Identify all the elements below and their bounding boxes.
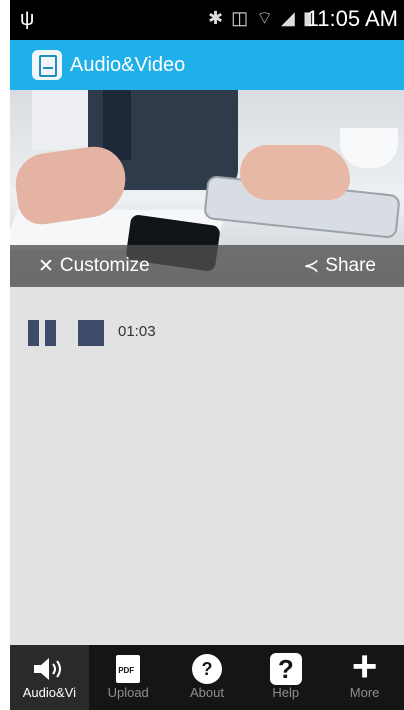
share-icon: ≺ bbox=[303, 255, 320, 277]
app-logo-icon bbox=[32, 50, 62, 80]
wrench-icon: ✕ bbox=[38, 255, 54, 277]
mute-icon: ◫ bbox=[231, 8, 249, 28]
nav-label-help: Help bbox=[272, 685, 300, 700]
help-question-icon: ? bbox=[269, 651, 302, 687]
nav-label-audio-video: Audio&Vi bbox=[22, 685, 77, 700]
status-bar: ψ ✱ ◫ ⌔ ◢ ▮ 11:05 AM bbox=[10, 0, 404, 40]
audio-player: 01:03 bbox=[10, 318, 404, 348]
customize-label: Customize bbox=[59, 255, 150, 276]
nav-upload[interactable]: PDF Upload bbox=[89, 645, 168, 710]
nav-more[interactable]: + More bbox=[325, 645, 404, 710]
signal-icon: ◢ bbox=[281, 8, 295, 28]
speaker-icon bbox=[32, 651, 66, 687]
status-time: 11:05 AM bbox=[306, 6, 398, 31]
share-button[interactable]: ≺ Share bbox=[275, 255, 404, 278]
nav-help[interactable]: ? Help bbox=[246, 645, 325, 710]
usb-icon: ψ bbox=[20, 8, 35, 30]
nav-label-about: About bbox=[190, 685, 224, 700]
nav-label-upload: Upload bbox=[107, 685, 149, 700]
pause-button[interactable] bbox=[28, 320, 58, 346]
status-icons: ✱ ◫ ⌔ ◢ ▮ bbox=[208, 7, 313, 30]
media-action-bar: ✕ Customize ≺ Share bbox=[10, 245, 404, 287]
nav-about[interactable]: ? About bbox=[168, 645, 247, 710]
pdf-icon-text: PDF bbox=[118, 666, 135, 675]
app-screen: ψ ✱ ◫ ⌔ ◢ ▮ 11:05 AM Audio&Video ✕ Custo… bbox=[10, 0, 404, 710]
share-label: Share bbox=[325, 255, 376, 276]
help-glyph: ? bbox=[269, 653, 302, 685]
stop-button[interactable] bbox=[78, 320, 104, 346]
wifi-icon: ⌔ bbox=[256, 8, 274, 28]
about-glyph: ? bbox=[191, 654, 222, 684]
pdf-icon: PDF bbox=[116, 651, 141, 687]
bluetooth-icon: ✱ bbox=[208, 8, 224, 28]
plus-icon: + bbox=[352, 645, 378, 689]
bottom-navigation: Audio&Vi PDF Upload ? About ? Help + Mor… bbox=[10, 645, 404, 710]
elapsed-time: 01:03 bbox=[118, 323, 156, 340]
nav-label-more: More bbox=[349, 685, 380, 700]
app-bar: Audio&Video bbox=[10, 40, 404, 90]
info-question-icon: ? bbox=[191, 651, 222, 687]
nav-audio-video[interactable]: Audio&Vi bbox=[10, 645, 89, 710]
plus-glyph: + bbox=[351, 642, 378, 691]
customize-button[interactable]: ✕ Customize bbox=[10, 255, 178, 278]
app-title: Audio&Video bbox=[70, 53, 186, 76]
